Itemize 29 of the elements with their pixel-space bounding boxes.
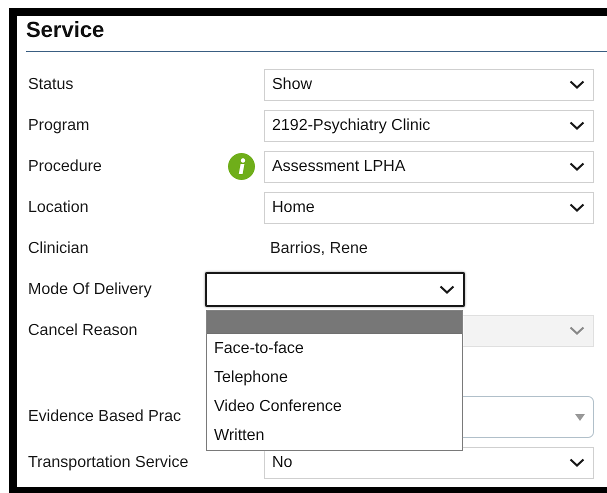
chevron-icon bbox=[569, 458, 585, 467]
dropdown-option[interactable]: Face-to-face bbox=[207, 334, 462, 363]
chevron-icon bbox=[569, 162, 585, 171]
field-label: Clinician bbox=[28, 240, 88, 258]
dropdown-option[interactable]: Video Conference bbox=[207, 392, 462, 421]
field-value: Barrios, Rene bbox=[269, 240, 368, 258]
field-label: Program bbox=[28, 116, 90, 134]
field-label: Evidence Based Prac bbox=[28, 408, 181, 426]
chevron-icon bbox=[569, 203, 585, 212]
field-label: Status bbox=[28, 76, 74, 94]
triangle-icon bbox=[575, 414, 585, 420]
select-field[interactable]: No bbox=[264, 446, 594, 478]
select-field[interactable]: Show bbox=[264, 68, 594, 100]
select-field[interactable] bbox=[205, 272, 465, 307]
section-title: Service bbox=[26, 16, 104, 44]
chevron-icon bbox=[569, 80, 585, 89]
select-field[interactable]: Assessment LPHA bbox=[264, 150, 594, 182]
chevron-icon bbox=[439, 285, 455, 294]
select-field[interactable]: Home bbox=[264, 192, 594, 224]
field-label: Transportation Service bbox=[28, 454, 188, 472]
info-icon[interactable] bbox=[228, 153, 255, 180]
select-field[interactable]: 2192-Psychiatry Clinic bbox=[264, 110, 594, 142]
field-label: Cancel Reason bbox=[28, 322, 138, 340]
chevron-icon bbox=[569, 121, 585, 130]
field-label: Location bbox=[28, 198, 88, 216]
field-label: Procedure bbox=[28, 158, 102, 176]
dropdown-option[interactable]: Telephone bbox=[207, 363, 462, 392]
field-label: Mode Of Delivery bbox=[28, 280, 152, 298]
chevron-icon bbox=[569, 326, 585, 335]
